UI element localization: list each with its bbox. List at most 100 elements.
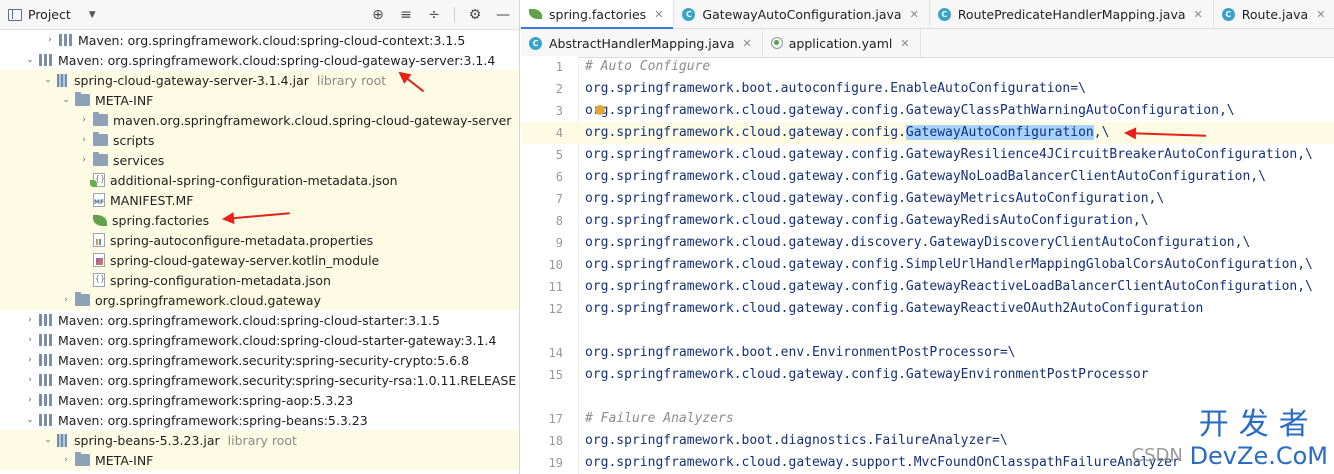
locate-icon[interactable]: ⊕ (370, 7, 386, 23)
line-number: 4 (555, 126, 563, 140)
gear-icon[interactable]: ⚙ (467, 7, 483, 23)
tree-row-label: spring-configuration-metadata.json (110, 272, 331, 288)
chevron-right-icon[interactable]: › (24, 315, 36, 325)
hide-icon[interactable]: — (495, 7, 511, 23)
chevron-right-icon[interactable]: › (44, 35, 56, 45)
tree-row[interactable]: ⌄ spring-beans-5.3.23.jar library root (0, 430, 519, 450)
tree-row[interactable]: › Maven: org.springframework.cloud:spring… (0, 330, 519, 350)
tree-row[interactable]: ⌄ Maven: org.springframework.cloud:spring… (0, 50, 519, 70)
close-icon[interactable]: ✕ (1316, 8, 1325, 21)
close-icon[interactable]: ✕ (900, 37, 909, 50)
tree-row[interactable]: › META-INF (0, 450, 519, 470)
chevron-down-icon[interactable]: ⌄ (24, 415, 36, 425)
code-text: org.springframework.cloud.gateway.config… (585, 279, 1313, 294)
code-text: org.springframework.boot.autoconfigure.E… (585, 81, 1086, 96)
tree-row[interactable]: ⌄ Maven: org.springframework:spring-beans… (0, 410, 519, 430)
code-text: org.springframework.cloud.gateway.config… (585, 147, 1313, 162)
tree-row[interactable]: spring-configuration-metadata.json (0, 270, 519, 290)
lightbulb-icon[interactable] (595, 105, 605, 115)
code-line[interactable]: 15 org.springframework.cloud.gateway.conf… (521, 364, 1334, 386)
chevron-down-icon[interactable]: ⌄ (24, 55, 36, 65)
chevron-right-icon[interactable]: › (60, 455, 72, 465)
tab-label: spring.factories (549, 6, 647, 22)
chevron-right-icon[interactable]: › (78, 115, 90, 125)
code-editor[interactable]: 1 # Auto Configure 2 org.springframework.bo… (521, 56, 1334, 474)
code-line[interactable]: 2 org.springframework.boot.autoconfigure.… (521, 78, 1334, 100)
tree-row[interactable]: › Maven: org.springframework.cloud:spring… (0, 310, 519, 330)
chevron-right-icon[interactable]: › (24, 395, 36, 405)
tree-row[interactable]: › scripts (0, 130, 519, 150)
close-icon[interactable]: ✕ (654, 8, 663, 21)
chevron-right-icon[interactable]: › (78, 155, 90, 165)
code-line[interactable]: 12 org.springframework.cloud.gateway.conf… (521, 298, 1334, 320)
java-class-icon: C (529, 36, 542, 50)
tree-row[interactable]: spring-autoconfigure-metadata.properties (0, 230, 519, 250)
project-toolbar: Project ▼ ⊕ ≡ ÷ ⚙ — (0, 0, 519, 30)
code-text: org.springframework.cloud.gateway.config… (585, 301, 1204, 316)
tree-row[interactable]: ⌄ spring-cloud-gateway-server-3.1.4.jar li… (0, 70, 519, 90)
tree-row[interactable]: spring.factories (0, 210, 519, 230)
editor-tabs-row-2: C AbstractHandlerMapping.java ✕ application… (521, 29, 1334, 58)
tree-row[interactable]: › Maven: org.springframework.security:spr… (0, 370, 519, 390)
chevron-down-icon[interactable]: ⌄ (42, 75, 54, 85)
code-line[interactable]: 4 org.springframework.cloud.gateway.confi… (521, 122, 1334, 144)
code-text: org.springframework.cloud.gateway.config… (585, 191, 1165, 206)
code-line[interactable]: 11 org.springframework.cloud.gateway.conf… (521, 276, 1334, 298)
line-number: 8 (555, 214, 563, 228)
editor-tab[interactable]: C AbstractHandlerMapping.java ✕ (521, 29, 763, 57)
tree-row[interactable]: additional-spring-configuration-metadata… (0, 170, 519, 190)
code-line[interactable]: 18 org.springframework.boot.diagnostics.F… (521, 430, 1334, 452)
code-text: org.springframework.boot.diagnostics.Fai… (585, 433, 1008, 448)
editor-tab[interactable]: application.yaml ✕ (763, 29, 921, 57)
json-file-icon (93, 273, 105, 287)
code-line[interactable]: 5 org.springframework.cloud.gateway.confi… (521, 144, 1334, 166)
code-line[interactable]: 10 org.springframework.cloud.gateway.conf… (521, 254, 1334, 276)
expand-all-icon[interactable]: ≡ (398, 7, 414, 23)
folder-icon (75, 452, 90, 466)
editor-tab[interactable]: C RoutePredicateHandlerMapping.java ✕ (930, 0, 1214, 28)
tab-label: application.yaml (788, 35, 893, 51)
tree-row[interactable]: ⌄ META-INF (0, 90, 519, 110)
chevron-right-icon[interactable]: › (24, 335, 36, 345)
project-title[interactable]: Project (28, 7, 71, 22)
line-number: 19 (548, 456, 563, 470)
spring-leaf-icon (93, 214, 107, 226)
code-line[interactable]: 9 org.springframework.cloud.gateway.disco… (521, 232, 1334, 254)
code-line[interactable]: 17 # Failure Analyzers (521, 408, 1334, 430)
tree-row[interactable]: MANIFEST.MF (0, 190, 519, 210)
editor-tab[interactable]: spring.factories ✕ (521, 0, 675, 29)
tree-row-label: spring-autoconfigure-metadata.properties (110, 232, 374, 248)
tree-row[interactable]: › maven.org.springframework.cloud.spring-… (0, 110, 519, 130)
code-line[interactable]: 3 org.springframework.cloud.gateway.confi… (521, 100, 1334, 122)
code-line[interactable]: 1 # Auto Configure (521, 56, 1334, 78)
editor-tab[interactable]: C GatewayAutoConfiguration.java ✕ (674, 0, 930, 28)
editor-tab[interactable]: C Route.java ✕ (1214, 0, 1334, 28)
tree-row[interactable]: spring-cloud-gateway-server.kotlin_modul… (0, 250, 519, 270)
tree-row[interactable]: › org.springframework.cloud.gateway (0, 290, 519, 310)
chevron-right-icon[interactable]: › (78, 135, 90, 145)
close-icon[interactable]: ✕ (910, 8, 919, 21)
code-line[interactable]: 19 org.springframework.cloud.gateway.supp… (521, 452, 1334, 474)
code-line[interactable]: 7 org.springframework.cloud.gateway.confi… (521, 188, 1334, 210)
tree-row[interactable]: › Maven: org.springframework.cloud:spring… (0, 30, 519, 50)
chevron-right-icon[interactable]: › (24, 375, 36, 385)
chevron-down-icon[interactable]: ⌄ (60, 95, 72, 105)
code-text: org.springframework.cloud.gateway.config… (585, 257, 1313, 272)
code-line[interactable]: 14 org.springframework.boot.env.Environme… (521, 342, 1334, 364)
code-line[interactable] (521, 320, 1334, 342)
chevron-right-icon[interactable]: › (24, 355, 36, 365)
collapse-all-icon[interactable]: ÷ (426, 7, 442, 23)
tree-row[interactable]: › Maven: org.springframework:spring-aop:5… (0, 390, 519, 410)
chevron-down-icon[interactable]: ▼ (89, 10, 96, 20)
code-line[interactable] (521, 386, 1334, 408)
tree-row[interactable]: › services (0, 150, 519, 170)
close-icon[interactable]: ✕ (743, 37, 752, 50)
chevron-right-icon[interactable]: › (60, 295, 72, 305)
kotlin-module-icon (93, 253, 105, 267)
code-line[interactable]: 6 org.springframework.cloud.gateway.confi… (521, 166, 1334, 188)
close-icon[interactable]: ✕ (1194, 8, 1203, 21)
tree-row[interactable]: › Maven: org.springframework.security:spr… (0, 350, 519, 370)
code-line[interactable]: 8 org.springframework.cloud.gateway.confi… (521, 210, 1334, 232)
code-text: org.springframework.cloud.gateway.suppor… (585, 455, 1180, 470)
chevron-down-icon[interactable]: ⌄ (42, 435, 54, 445)
